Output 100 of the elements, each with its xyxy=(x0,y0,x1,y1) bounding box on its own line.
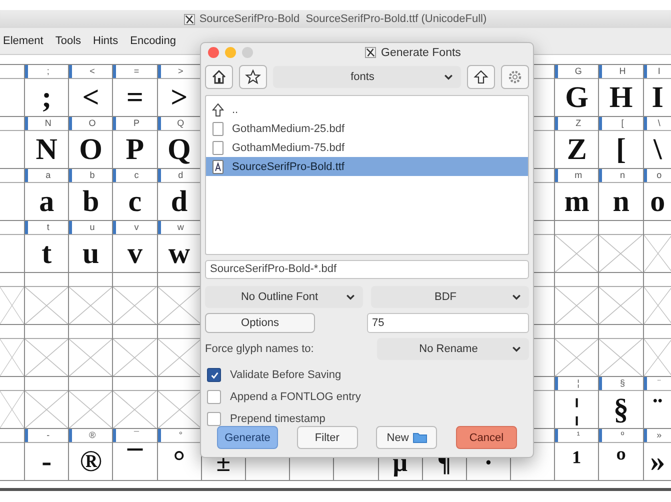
checkbox[interactable] xyxy=(207,368,221,382)
home-button[interactable] xyxy=(205,65,233,89)
glyph[interactable]: > xyxy=(170,82,188,112)
glyph[interactable]: ° xyxy=(173,446,186,476)
glyph[interactable]: ¹ xyxy=(572,446,582,476)
glyph[interactable]: \ xyxy=(653,134,662,164)
file-item[interactable]: .. xyxy=(206,100,528,119)
glyph[interactable]: [ xyxy=(616,134,626,164)
resolution-field[interactable]: 75 xyxy=(367,313,529,333)
menu-item[interactable]: Encoding xyxy=(130,35,176,47)
glyph-label: b xyxy=(69,169,112,182)
chevron-icon xyxy=(346,294,355,300)
outline-format-dropdown[interactable]: No Outline Font xyxy=(205,286,363,308)
filename-field[interactable]: SourceSerifPro-Bold-*.bdf xyxy=(205,260,529,279)
empty-glyph-icon xyxy=(555,338,598,376)
gear-icon xyxy=(507,69,523,85)
glyph[interactable]: ; xyxy=(42,82,52,112)
rename-dropdown[interactable]: No Rename xyxy=(377,338,529,360)
glyph-label: ® xyxy=(69,429,112,442)
checkbox-label: Append a FONTLOG entry xyxy=(230,391,361,403)
glyph-label: = xyxy=(113,65,157,78)
glyph[interactable]: G xyxy=(565,82,589,112)
checkmark-icon xyxy=(210,370,218,380)
close-button[interactable] xyxy=(208,47,219,58)
bitmap-format-dropdown[interactable]: BDF xyxy=(371,286,529,308)
empty-glyph-icon xyxy=(555,286,598,324)
glyph[interactable]: b xyxy=(82,186,100,216)
glyph[interactable]: d xyxy=(170,186,188,216)
up-arrow-icon xyxy=(473,69,489,85)
file-item[interactable]: SourceSerifPro-Bold.ttf xyxy=(206,157,528,176)
glyph[interactable]: P xyxy=(126,134,144,164)
settings-button[interactable] xyxy=(501,65,529,89)
glyph[interactable]: O xyxy=(79,134,102,164)
chevron-icon xyxy=(444,74,453,80)
up-arrow-icon xyxy=(212,102,224,116)
glyph[interactable]: v xyxy=(127,238,142,268)
cancel-button[interactable]: Cancel xyxy=(456,426,517,449)
glyph[interactable]: c xyxy=(128,186,142,216)
folder-icon xyxy=(412,432,427,443)
glyph[interactable]: n xyxy=(612,186,630,216)
glyph[interactable]: t xyxy=(42,238,52,268)
empty-glyph-icon xyxy=(69,338,112,376)
checkbox-label: Validate Before Saving xyxy=(230,369,342,381)
glyph-label: H xyxy=(599,65,643,78)
glyph-label: G xyxy=(555,65,598,78)
glyph-label: Z xyxy=(555,117,598,130)
font-file-icon xyxy=(212,160,224,174)
parent-directory-button[interactable] xyxy=(467,65,495,89)
glyph[interactable]: N xyxy=(36,134,58,164)
glyph-label: º xyxy=(599,429,643,442)
directory-dropdown[interactable]: fonts xyxy=(273,66,461,88)
glyph[interactable]: = xyxy=(126,82,144,112)
glyph-label: » xyxy=(644,429,671,442)
glyph-label: v xyxy=(113,221,157,234)
checkbox[interactable] xyxy=(207,390,221,404)
file-icon xyxy=(212,140,224,154)
x-logo-icon xyxy=(184,14,196,24)
file-item[interactable]: GothamMedium-25.bdf xyxy=(206,119,528,138)
glyph[interactable]: o xyxy=(650,186,666,216)
file-item[interactable]: GothamMedium-75.bdf xyxy=(206,138,528,157)
new-folder-button[interactable]: New xyxy=(376,426,438,449)
filter-button[interactable]: Filter xyxy=(296,426,358,449)
glyph-label: m xyxy=(555,169,598,182)
glyph-label: a xyxy=(25,169,68,182)
bookmark-button[interactable] xyxy=(239,65,267,89)
home-icon xyxy=(211,69,227,85)
glyph[interactable]: H xyxy=(609,82,633,112)
glyph[interactable]: ¦ xyxy=(574,394,580,424)
menu-item[interactable]: Hints xyxy=(93,35,118,47)
glyph[interactable]: m xyxy=(564,186,590,216)
glyph-label: ¹ xyxy=(555,429,598,442)
glyph[interactable]: § xyxy=(614,394,629,424)
glyph[interactable]: ¨ xyxy=(652,394,663,424)
glyph[interactable]: ® xyxy=(80,446,102,476)
glyph[interactable]: a xyxy=(39,186,54,216)
glyph[interactable]: º xyxy=(616,446,626,476)
glyph[interactable]: ¯ xyxy=(127,446,142,476)
glyph[interactable]: < xyxy=(82,82,100,112)
glyph[interactable]: Q xyxy=(167,134,191,164)
glyph-label: u xyxy=(69,221,112,234)
glyph[interactable]: w xyxy=(168,238,190,268)
glyph-label: P xyxy=(113,117,157,130)
glyph[interactable]: Z xyxy=(566,134,587,164)
menu-item[interactable]: Tools xyxy=(55,35,82,47)
glyph[interactable]: » xyxy=(650,446,666,476)
empty-glyph-icon xyxy=(555,234,598,272)
glyph[interactable]: - xyxy=(42,446,52,476)
generate-button[interactable]: Generate xyxy=(217,426,278,449)
glyph-label: n xyxy=(599,169,643,182)
options-button[interactable]: Options xyxy=(205,313,315,333)
glyph[interactable]: I xyxy=(652,82,664,112)
glyph-label: - xyxy=(25,429,68,442)
star-icon xyxy=(245,69,261,85)
empty-glyph-icon xyxy=(113,390,157,428)
menu-item[interactable]: Element xyxy=(3,35,44,47)
glyph[interactable]: u xyxy=(82,238,100,268)
glyph-label: ¦ xyxy=(555,377,598,390)
glyph-label: t xyxy=(25,221,68,234)
x-logo-icon xyxy=(365,47,376,58)
checkbox[interactable] xyxy=(207,412,221,426)
